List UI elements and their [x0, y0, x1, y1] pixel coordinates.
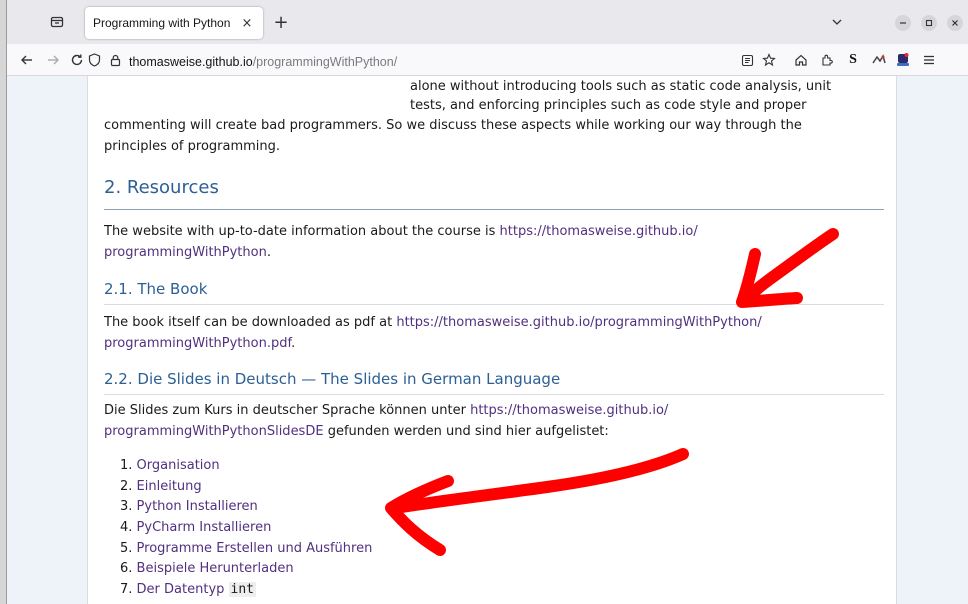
navigation-toolbar: thomasweise.github.io/programmingWithPyt…	[7, 44, 968, 76]
slides-de-link-part2: programmingWithPythonSlidesDE	[104, 424, 324, 439]
intro-line-3: commenting will create bad programmers. …	[104, 118, 802, 133]
url-bar[interactable]: thomasweise.github.io/programmingWithPyt…	[79, 48, 799, 72]
maximize-icon[interactable]	[921, 15, 937, 31]
tab-programming-with-python[interactable]: Programming with Python ×	[85, 7, 263, 39]
slides-text-end: gefunden werden und sind hier aufgeliste…	[323, 424, 609, 439]
url-host: thomasweise.github.io	[129, 54, 253, 69]
close-tab-icon[interactable]: ×	[237, 13, 257, 33]
slide-link-organisation[interactable]: Organisation	[137, 458, 220, 473]
list-number: 6.	[120, 561, 133, 577]
book-pdf-link-part2: programmingWithPython.pdf	[104, 336, 292, 351]
tab-list-icon[interactable]	[47, 12, 67, 32]
section-heading-slides: 2.2. Die Slides in Deutsch — The Slides …	[104, 370, 561, 388]
list-item: 7. Der Datentyp int	[120, 580, 372, 601]
shield-icon[interactable]	[85, 51, 103, 69]
slide-link-datentyp-int[interactable]: Der Datentyp	[137, 582, 229, 597]
home-icon[interactable]	[791, 50, 811, 70]
intro-line-1: alone without introducing tools such as …	[410, 79, 832, 94]
back-icon[interactable]	[17, 50, 37, 70]
tab-title: Programming with Python	[93, 16, 231, 30]
list-item: 5. Programme Erstellen und Ausführen	[120, 539, 372, 560]
slide-link-datentyp-label: Der Datentyp	[136, 582, 229, 598]
book-paragraph: The book itself can be downloaded as pdf…	[104, 312, 884, 354]
slides-text: Die Slides zum Kurs in deutscher Sprache…	[104, 403, 471, 418]
list-number: 7.	[120, 582, 133, 598]
intro-line-4: principles of programming.	[104, 139, 281, 154]
slide-link-python-installieren[interactable]: Python Installieren	[137, 499, 258, 514]
new-tab-button[interactable]: +	[271, 12, 291, 33]
course-website-link-part2: programmingWithPython	[104, 245, 267, 260]
slides-paragraph: Die Slides zum Kurs in deutscher Sprache…	[104, 400, 884, 442]
resources-text-end: .	[266, 245, 271, 260]
lock-icon[interactable]	[107, 51, 123, 69]
close-icon[interactable]	[947, 15, 963, 31]
section-heading-book: 2.1. The Book	[104, 280, 208, 298]
list-number: 3.	[120, 499, 133, 515]
list-number: 1.	[120, 458, 133, 473]
chevron-down-icon[interactable]	[829, 14, 845, 30]
book-text: The book itself can be downloaded as pdf…	[104, 315, 397, 330]
intro-line-2: tests, and enforcing principles such as …	[410, 98, 807, 113]
list-number: 4.	[120, 520, 133, 536]
web-content: alone without introducing tools such as …	[7, 76, 968, 604]
course-website-link-part1: https://thomasweise.github.io/	[499, 224, 698, 239]
subheading-rule	[104, 394, 884, 395]
book-text-end: .	[291, 336, 296, 351]
browser-window: Programming with Python × + thomasweise.…	[6, 0, 968, 604]
slides-list: 1. Organisation 2. Einleitung 3. Python …	[120, 456, 372, 601]
extension-icon[interactable]	[869, 50, 889, 70]
bookmark-star-icon[interactable]	[759, 50, 779, 70]
slide-link-pycharm-installieren[interactable]: PyCharm Installieren	[137, 520, 272, 535]
list-item: 6. Beispiele Herunterladen	[120, 559, 372, 580]
tab-strip: Programming with Python × +	[7, 0, 968, 44]
list-item: 4. PyCharm Installieren	[120, 518, 372, 539]
reader-view-icon[interactable]	[737, 50, 757, 70]
subheading-rule	[104, 304, 884, 305]
s-extension-icon[interactable]: S	[843, 50, 863, 70]
resources-paragraph: The website with up-to-date information …	[104, 221, 884, 263]
heading-rule	[104, 209, 884, 210]
list-number: 2.	[120, 478, 133, 494]
url-path: /programmingWithPython/	[252, 54, 398, 69]
list-item: 3. Python Installieren	[120, 497, 372, 518]
book-pdf-link-part1: https://thomasweise.github.io/programmin…	[396, 315, 762, 330]
list-number: 5.	[120, 540, 133, 556]
menu-icon[interactable]	[919, 50, 939, 70]
page-body: alone without introducing tools such as …	[87, 76, 897, 604]
slide-link-einleitung[interactable]: Einleitung	[137, 479, 202, 494]
list-item: 1. Organisation	[120, 456, 372, 477]
inline-code: int	[228, 582, 257, 598]
resources-text: The website with up-to-date information …	[104, 224, 500, 239]
list-item: 2. Einleitung	[120, 477, 372, 498]
slide-link-programme-erstellen[interactable]: Programme Erstellen und Ausführen	[137, 541, 373, 556]
section-heading-resources: 2. Resources	[104, 177, 219, 198]
profile-extension-icon[interactable]	[893, 50, 913, 70]
forward-icon[interactable]	[43, 50, 63, 70]
extensions-icon[interactable]	[817, 50, 837, 70]
slide-link-beispiele-herunterladen[interactable]: Beispiele Herunterladen	[137, 561, 294, 576]
slides-de-link-part1: https://thomasweise.github.io/	[470, 403, 669, 418]
minimize-icon[interactable]	[895, 15, 911, 31]
